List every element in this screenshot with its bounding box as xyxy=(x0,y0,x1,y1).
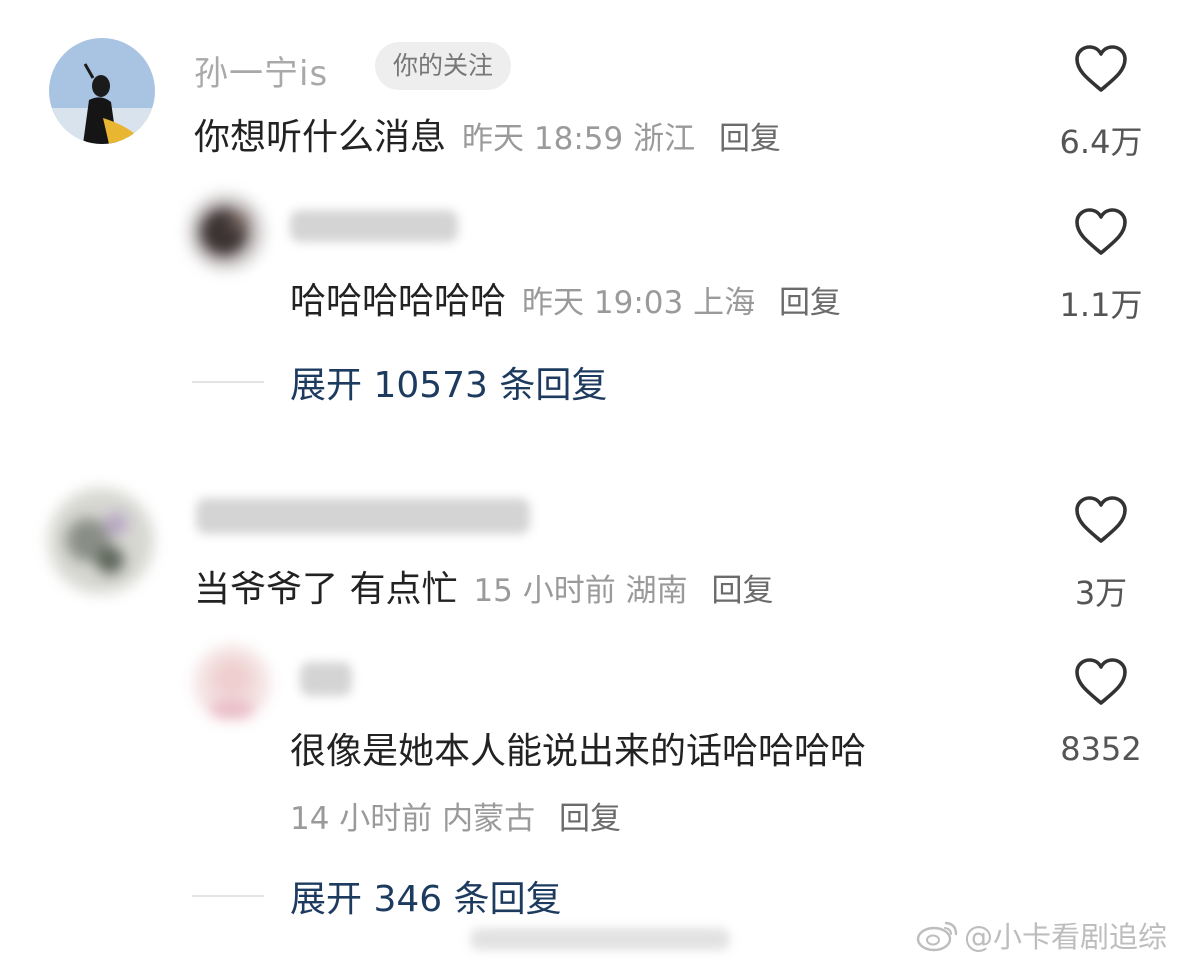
like-button[interactable]: 8352 xyxy=(1036,658,1166,768)
reply-text: 哈哈哈哈哈哈 xyxy=(290,281,507,322)
heart-outline-icon xyxy=(1075,208,1127,255)
divider xyxy=(192,381,264,383)
comment-location: 湖南 xyxy=(625,573,688,609)
reply-username[interactable] xyxy=(300,662,352,696)
expand-replies-button[interactable]: 展开 10573 条回复 xyxy=(192,356,607,408)
follow-badge: 你的关注 xyxy=(375,42,512,90)
avatar-image xyxy=(49,38,155,144)
comment-location: 浙江 xyxy=(633,121,696,157)
reply-location: 内蒙古 xyxy=(442,801,536,837)
comment-username[interactable] xyxy=(196,498,530,534)
reply-time: 昨天 19:03 xyxy=(522,285,684,321)
avatar-image xyxy=(48,488,154,594)
like-count: 8352 xyxy=(1060,730,1142,768)
expand-replies-label: 展开 346 条回复 xyxy=(290,879,562,920)
reply-avatar[interactable] xyxy=(194,645,270,721)
reply-button[interactable]: 回复 xyxy=(559,801,621,837)
reply-meta: 14 小时前 内蒙古 回复 xyxy=(290,793,621,838)
reply-username[interactable] xyxy=(290,210,458,242)
expand-replies-button[interactable]: 展开 346 条回复 xyxy=(192,870,562,922)
reply-line: 很像是她本人能说出来的话哈哈哈哈 xyxy=(290,722,866,774)
like-count: 6.4万 xyxy=(1059,123,1143,161)
reply-time: 14 小时前 xyxy=(290,801,433,837)
heart-outline-icon xyxy=(1075,658,1127,705)
blurred-strip xyxy=(470,928,730,950)
comment-text: 当爷爷了 有点忙 xyxy=(194,569,458,610)
comment-text: 你想听什么消息 xyxy=(194,117,447,158)
comment-line: 当爷爷了 有点忙 15 小时前 湖南 回复 xyxy=(194,560,773,612)
reply-avatar-image xyxy=(194,645,270,721)
expand-replies-label: 展开 10573 条回复 xyxy=(290,365,608,406)
comment-time: 15 小时前 xyxy=(473,573,616,609)
reply-text: 很像是她本人能说出来的话哈哈哈哈 xyxy=(290,731,867,772)
reply-line: 哈哈哈哈哈哈 昨天 19:03 上海 回复 xyxy=(290,272,841,324)
reply-button[interactable]: 回复 xyxy=(719,121,781,157)
heart-outline-icon xyxy=(1075,496,1127,543)
comment-line: 你想听什么消息 昨天 18:59 浙江 回复 xyxy=(194,108,781,160)
heart-outline-icon xyxy=(1075,45,1127,92)
comment-time: 昨天 18:59 xyxy=(462,121,624,157)
like-button[interactable]: 3万 xyxy=(1036,496,1166,614)
comment-meta: 15 小时前 湖南 回复 xyxy=(473,565,773,610)
reply-location: 上海 xyxy=(693,285,756,321)
avatar[interactable] xyxy=(49,38,155,144)
reply-avatar[interactable] xyxy=(188,194,264,270)
like-count: 3万 xyxy=(1074,574,1128,612)
reply-button[interactable]: 回复 xyxy=(779,285,841,321)
watermark: @小卡看剧追综 xyxy=(916,914,1167,956)
like-button[interactable]: 6.4万 xyxy=(1036,45,1166,163)
like-button[interactable]: 1.1万 xyxy=(1036,208,1166,326)
reply-meta: 昨天 19:03 上海 回复 xyxy=(522,277,841,322)
comment-username[interactable]: 孙一宁is xyxy=(194,46,328,95)
watermark-text: @小卡看剧追综 xyxy=(963,920,1167,954)
like-count: 1.1万 xyxy=(1059,286,1143,324)
avatar[interactable] xyxy=(48,488,154,594)
weibo-logo-icon xyxy=(916,921,958,952)
reply-avatar-image xyxy=(188,194,264,270)
divider xyxy=(192,895,264,897)
reply-button[interactable]: 回复 xyxy=(711,573,773,609)
comment-meta: 昨天 18:59 浙江 回复 xyxy=(462,113,781,158)
